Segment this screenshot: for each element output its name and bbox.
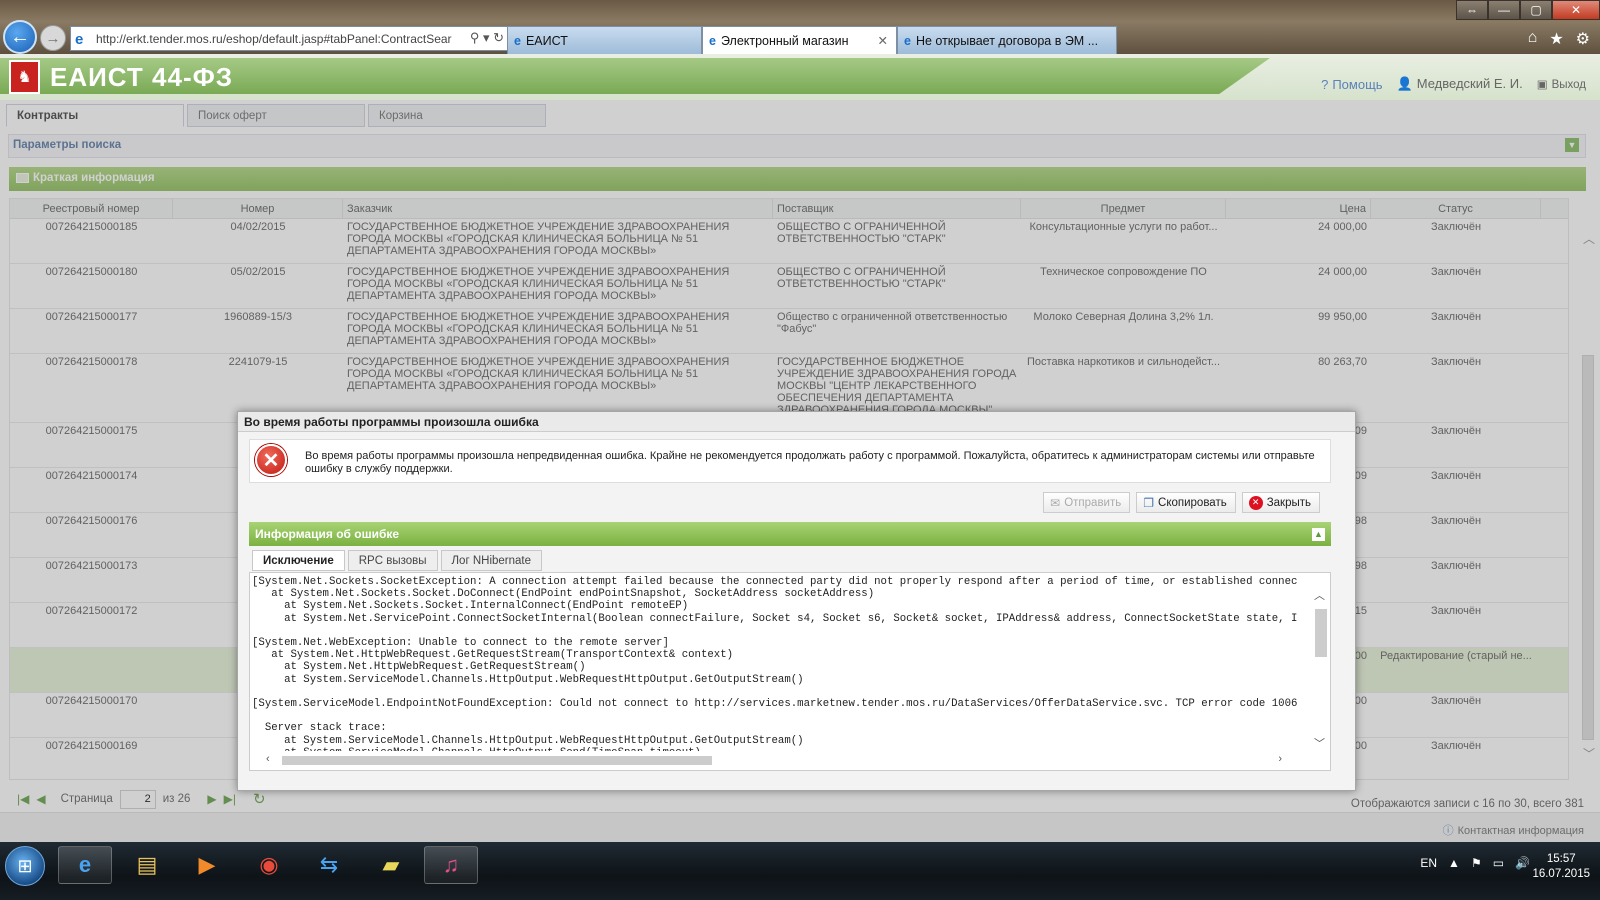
error-tabs: Исключение RPC вызовы Лог NHibernate: [252, 550, 543, 571]
url-text: http://erkt.tender.mos.ru/eshop/default.…: [96, 31, 452, 46]
teamviewer-taskbar-icon[interactable]: ⇆: [302, 846, 356, 884]
stack-trace-box[interactable]: [System.Net.Sockets.SocketException: A c…: [249, 572, 1331, 771]
scroll-thumb[interactable]: [1315, 609, 1327, 657]
clock-date: 16.07.2015: [1532, 868, 1590, 880]
close-button[interactable]: ✕ Закрыть: [1241, 492, 1320, 513]
chrome-taskbar-icon[interactable]: ◉: [242, 846, 296, 884]
logout-link[interactable]: ▣ Выход: [1537, 77, 1586, 91]
scroll-left-icon[interactable]: ‹: [266, 753, 270, 765]
send-button[interactable]: ✉ Отправить: [1043, 492, 1131, 513]
ie-icon: e: [75, 30, 84, 48]
error-icon: ✕: [255, 444, 287, 476]
error-info-title: Информация об ошибке: [255, 527, 400, 541]
system-tray: EN ▲ ⚑ ▭ 🔊: [1420, 856, 1530, 870]
clock-time: 15:57: [1546, 853, 1576, 865]
collapse-icon[interactable]: ▲: [1312, 528, 1325, 541]
start-button[interactable]: ⊞: [5, 846, 45, 886]
copy-button[interactable]: ❐ Скопировать: [1136, 492, 1236, 513]
tab-label: Электронный магазин: [720, 33, 849, 48]
tab-label: ЕАИСТ: [525, 33, 568, 48]
network-icon[interactable]: ▭: [1493, 856, 1504, 870]
error-dialog: Во время работы программы произошла ошиб…: [237, 411, 1356, 791]
back-button[interactable]: ←: [3, 20, 37, 54]
envelope-icon: ✉: [1050, 495, 1061, 510]
taskbar: [0, 842, 1600, 900]
settings-gear-icon[interactable]: ⚙: [1576, 29, 1590, 49]
copy-icon: ❐: [1143, 495, 1155, 510]
flag-icon[interactable]: ⚑: [1471, 856, 1482, 870]
clock[interactable]: 15:57 16.07.2015: [1532, 852, 1590, 882]
favorites-star-icon[interactable]: ★: [1549, 29, 1563, 49]
scroll-thumb[interactable]: [282, 756, 712, 765]
browser-tab-eshop[interactable]: e Электронный магазин ✕: [702, 26, 897, 54]
browser-toolbar-icons: ⌂ ★ ⚙: [1528, 29, 1590, 49]
media-player-taskbar-icon[interactable]: ▶: [180, 846, 234, 884]
volume-icon[interactable]: 🔊: [1515, 856, 1530, 870]
app-title: ЕАИСТ 44-ФЗ: [50, 62, 234, 92]
language-indicator[interactable]: EN: [1420, 856, 1437, 870]
user-icon: 👤: [1396, 76, 1413, 91]
dialog-buttons: ✉ Отправить ❐ Скопировать ✕ Закрыть: [1043, 492, 1320, 513]
moscow-emblem-logo: ♞: [9, 60, 40, 94]
close-tab-icon[interactable]: ✕: [878, 33, 888, 48]
home-icon[interactable]: ⌂: [1528, 29, 1538, 49]
user-bar: ? Помощь 👤 Медведский Е. И. ▣ Выход: [1321, 76, 1586, 92]
trace-vscrollbar[interactable]: ︿ ﹀: [1314, 587, 1328, 751]
forward-button[interactable]: →: [40, 25, 66, 51]
explorer-taskbar-icon[interactable]: ▤: [120, 846, 174, 884]
help-link[interactable]: ? Помощь: [1321, 77, 1382, 92]
error-message-box: ✕ Во время работы программы произошла не…: [249, 439, 1331, 483]
user-name[interactable]: 👤 Медведский Е. И.: [1397, 76, 1523, 92]
close-icon: ✕: [1248, 495, 1263, 510]
ie-icon: e: [514, 33, 521, 48]
browser-tab-eaist[interactable]: e ЕАИСТ: [507, 26, 702, 54]
tray-expand-icon[interactable]: ▲: [1448, 856, 1460, 870]
scroll-up-icon[interactable]: ︿: [1314, 587, 1325, 603]
tab-exception[interactable]: Исключение: [252, 550, 345, 571]
address-bar[interactable]: e http://erkt.tender.mos.ru/eshop/defaul…: [70, 26, 510, 51]
search-refresh-icons[interactable]: ⚲ ▾ ↻: [470, 30, 504, 46]
restore-icon[interactable]: ⇔: [1456, 0, 1488, 20]
ie-taskbar-icon[interactable]: e: [58, 846, 112, 884]
scroll-right-icon[interactable]: ›: [1278, 753, 1282, 765]
stack-trace-text: [System.Net.Sockets.SocketException: A c…: [252, 576, 1298, 751]
dialog-title: Во время работы программы произошла ошиб…: [238, 412, 1355, 432]
maximize-button[interactable]: ▢: [1520, 0, 1552, 20]
folder-taskbar-icon[interactable]: ▰: [364, 846, 418, 884]
tab-nhibernate-log[interactable]: Лог NHibernate: [440, 550, 543, 571]
minimize-button[interactable]: —: [1488, 0, 1520, 20]
tab-label: Не открывает договора в ЭМ ...: [915, 33, 1099, 48]
itunes-taskbar-icon[interactable]: ♫: [424, 846, 478, 884]
trace-hscrollbar[interactable]: ‹ ›: [252, 753, 1302, 768]
error-message: Во время работы программы произошла непр…: [305, 450, 1315, 475]
help-icon: ?: [1321, 76, 1329, 92]
browser-chrome: ← → e http://erkt.tender.mos.ru/eshop/de…: [0, 0, 1600, 54]
ie-icon: e: [904, 33, 911, 48]
browser-tab-contracts-issue[interactable]: e Не открывает договора в ЭМ ...: [897, 26, 1117, 54]
scroll-down-icon[interactable]: ﹀: [1314, 735, 1325, 751]
close-window-button[interactable]: ✕: [1552, 0, 1600, 20]
window-controls: ⇔ — ▢ ✕: [1456, 0, 1600, 20]
tab-rpc-calls[interactable]: RPC вызовы: [347, 550, 438, 571]
error-info-header[interactable]: Информация об ошибке ▲: [249, 522, 1331, 546]
logout-icon: ▣: [1536, 79, 1548, 91]
ie-icon: e: [709, 33, 716, 48]
